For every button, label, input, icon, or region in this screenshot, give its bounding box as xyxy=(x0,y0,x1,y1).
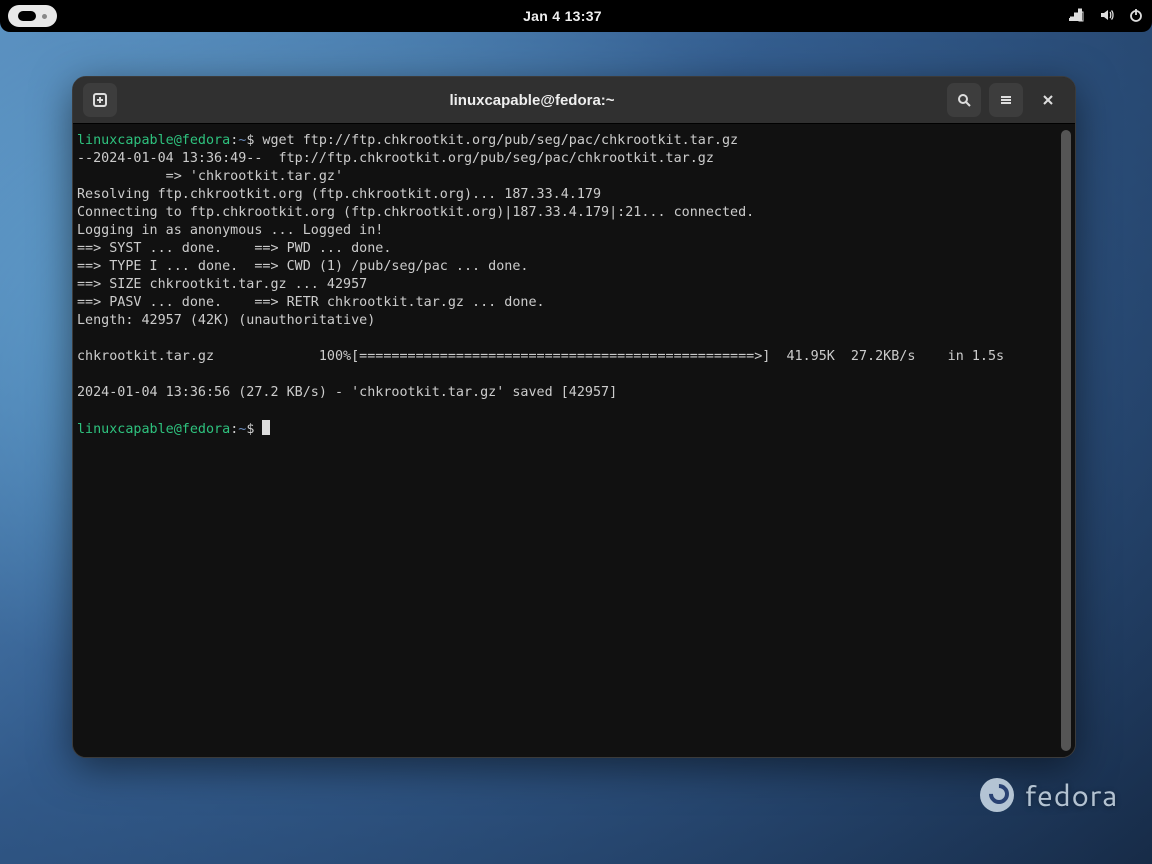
gnome-top-bar: Jan 4 13:37 xyxy=(0,0,1152,32)
fedora-wordmark: fedora xyxy=(1024,773,1118,816)
prompt-user-2: linuxcapable@fedora xyxy=(77,422,230,437)
terminal-content[interactable]: linuxcapable@fedora:~$ wget ftp://ftp.ch… xyxy=(73,123,1075,757)
terminal-titlebar[interactable]: linuxcapable@fedora:~ xyxy=(73,77,1075,123)
prompt-user: linuxcapable@fedora xyxy=(77,133,230,148)
search-button[interactable] xyxy=(947,83,981,117)
menu-button[interactable] xyxy=(989,83,1023,117)
cursor xyxy=(262,420,270,435)
workspace-indicator-dot xyxy=(42,14,47,19)
clock[interactable]: Jan 4 13:37 xyxy=(523,8,602,24)
network-icon xyxy=(1068,7,1084,26)
terminal-window: linuxcapable@fedora:~ linuxcapable@fedor… xyxy=(72,76,1076,758)
activities-button[interactable] xyxy=(8,5,57,27)
system-status-area[interactable] xyxy=(1068,7,1144,26)
window-title: linuxcapable@fedora:~ xyxy=(125,92,939,109)
power-icon xyxy=(1128,7,1144,26)
command-text: wget ftp://ftp.chkrootkit.org/pub/seg/pa… xyxy=(254,133,738,148)
fedora-logo-icon xyxy=(980,778,1014,812)
workspace-indicator-active xyxy=(18,11,36,21)
scrollbar[interactable] xyxy=(1061,130,1071,751)
new-tab-button[interactable] xyxy=(83,83,117,117)
volume-icon xyxy=(1098,7,1114,26)
close-button[interactable] xyxy=(1031,83,1065,117)
terminal-output: --2024-01-04 13:36:49-- ftp://ftp.chkroo… xyxy=(77,151,1004,400)
fedora-watermark: fedora xyxy=(980,773,1118,816)
